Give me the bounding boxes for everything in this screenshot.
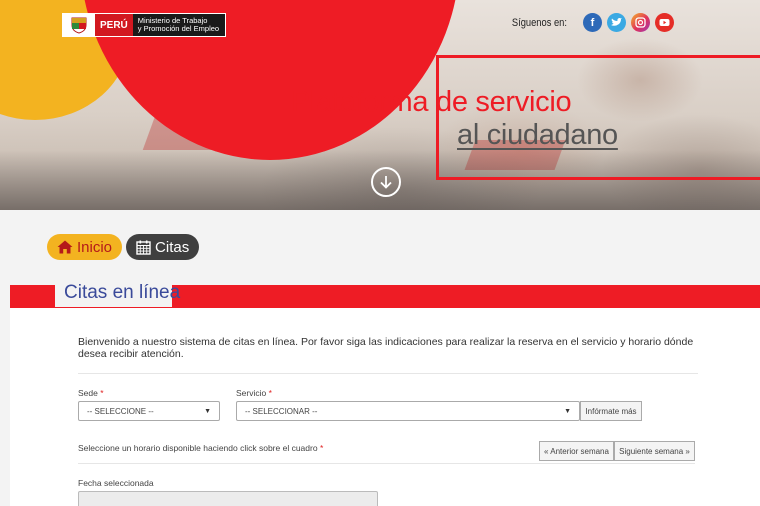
sede-label: Sede * [78, 388, 104, 398]
youtube-icon[interactable] [655, 13, 674, 32]
logo-ministry-name: Ministerio de Trabajo y Promoción del Em… [133, 14, 225, 36]
breadcrumb-citas[interactable]: Citas [126, 234, 200, 260]
selected-date-field[interactable] [78, 491, 378, 506]
servicio-label: Servicio * [236, 388, 272, 398]
intro-text: Bienvenido a nuestro sistema de citas en… [78, 336, 694, 360]
required-mark: * [100, 388, 104, 398]
dropdown-caret-icon: ▼ [564, 407, 571, 415]
divider [78, 373, 698, 374]
section-title: Citas en línea [64, 282, 181, 303]
hero-banner: PERÚ Ministerio de Trabajo y Promoción d… [0, 0, 760, 210]
dropdown-caret-icon: ▼ [204, 407, 211, 415]
breadcrumb-home[interactable]: Inicio [47, 234, 123, 260]
servicio-selected-value: -- SELECCIONAR -- [245, 406, 318, 416]
breadcrumb-citas-label: Citas [155, 238, 190, 256]
sede-selected-value: -- SELECCIONE -- [87, 406, 154, 416]
social-links: Síguenos en: f [507, 13, 674, 32]
scroll-down-arrow-icon[interactable] [371, 167, 401, 197]
date-label: Fecha seleccionada [78, 478, 154, 488]
calendar-icon [136, 240, 151, 255]
servicio-label-text: Servicio [236, 388, 267, 398]
info-button[interactable]: Infórmate más [580, 401, 642, 421]
facebook-icon[interactable]: f [583, 13, 602, 32]
section-header-bar-right [172, 285, 760, 307]
previous-week-button[interactable]: « Anterior semana [539, 441, 614, 461]
required-mark: * [268, 388, 272, 398]
ministry-logo[interactable]: PERÚ Ministerio de Trabajo y Promoción d… [62, 13, 227, 37]
home-icon [57, 240, 73, 254]
logo-country: PERÚ [95, 14, 133, 36]
required-mark: * [319, 443, 324, 453]
hero-title-line1: Plataforma de servicio [291, 86, 572, 118]
hero-title-line2: al ciudadano [457, 119, 618, 151]
social-label: Síguenos en: [512, 16, 568, 29]
schedule-label: Seleccione un horario disponible haciend… [78, 443, 323, 453]
divider [78, 463, 695, 464]
section-header-bar-left [10, 285, 55, 307]
logo-ministry-line2: y Promoción del Empleo [137, 24, 220, 33]
sede-select[interactable]: -- SELECCIONE -- ▼ [78, 401, 220, 421]
sede-label-text: Sede [78, 388, 98, 398]
instagram-icon[interactable] [631, 13, 650, 32]
next-week-button[interactable]: Siguiente semana » [614, 441, 695, 461]
title-frame-top [436, 55, 760, 58]
coat-of-arms-icon [63, 14, 95, 36]
breadcrumb-home-label: Inicio [77, 238, 113, 256]
breadcrumb: Inicio Citas [47, 234, 200, 260]
twitter-icon[interactable] [607, 13, 626, 32]
servicio-select[interactable]: -- SELECCIONAR -- ▼ [236, 401, 580, 421]
schedule-label-text: Seleccione un horario disponible haciend… [78, 443, 318, 453]
title-frame-bottom [436, 177, 760, 180]
